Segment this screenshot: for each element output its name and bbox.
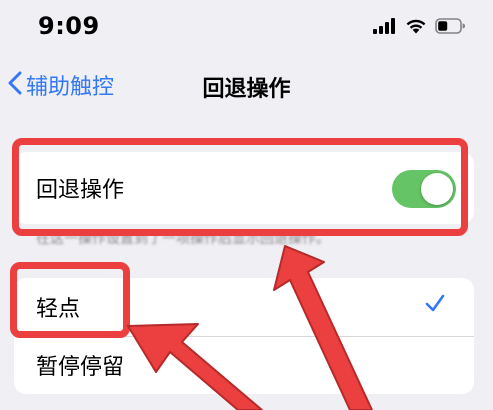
screen: 9:09 辅助触控 回退操作 回退操作 在这一操作设置到了一项操作后显示回退操作… <box>0 0 493 410</box>
cellular-signal-icon <box>373 18 397 34</box>
option-row-dwell[interactable]: 暂停停留 <box>14 336 474 394</box>
page-title: 回退操作 <box>202 77 291 102</box>
toggle-row: 回退操作 <box>14 152 474 224</box>
wifi-icon <box>405 18 427 34</box>
navigation-bar: 辅助触控 回退操作 <box>0 60 493 110</box>
toggle-group: 回退操作 <box>14 152 474 224</box>
status-time: 9:09 <box>38 12 100 40</box>
status-icons <box>373 15 465 37</box>
group-footer-text: 在这一操作设置到了一项操作后显示回退操作。 <box>36 231 330 247</box>
option-label-tap: 轻点 <box>36 297 81 322</box>
toggle-label: 回退操作 <box>36 178 125 203</box>
option-label-dwell: 暂停停留 <box>36 355 125 380</box>
back-action-toggle[interactable] <box>392 170 456 208</box>
options-group: 轻点 暂停停留 <box>14 278 474 394</box>
toggle-knob <box>421 173 453 205</box>
checkmark-icon <box>424 292 446 320</box>
battery-icon <box>435 18 465 34</box>
option-row-tap[interactable]: 轻点 <box>14 278 474 336</box>
status-bar: 9:09 <box>0 0 493 52</box>
